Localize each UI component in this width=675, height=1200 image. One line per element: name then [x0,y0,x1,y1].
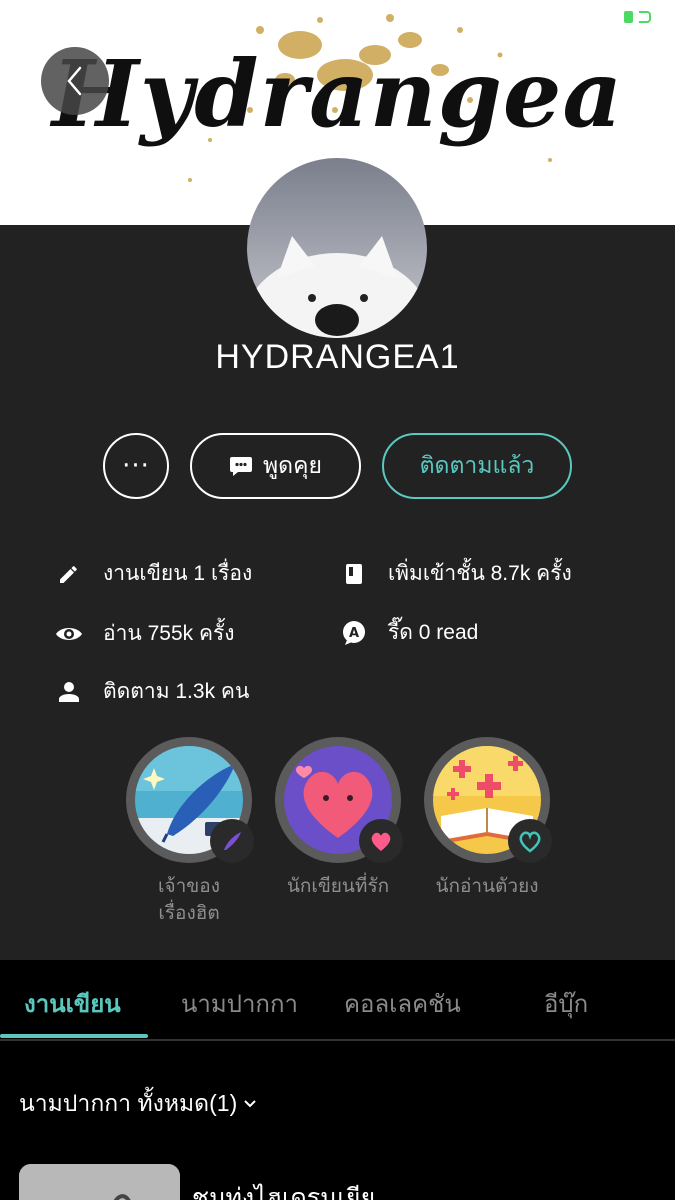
tab-ebooks[interactable]: อีบุ๊ก [544,984,588,1023]
stat-followers: ติดตาม 1.3k คน [55,675,249,708]
stat-works: งานเขียน 1 เรื่อง [55,557,252,590]
tab-works[interactable]: งานเขียน [24,984,121,1023]
chat-button[interactable]: พูดคุย [190,433,361,499]
tabs-divider [0,1039,675,1041]
badge-beloved-writer[interactable]: นักเขียนที่รัก [275,737,403,900]
pen-name-filter-label: นามปากกา ทั้งหมด(1) [19,1090,238,1116]
badge-label-line1: นักเขียนที่รัก [286,876,390,897]
content-tabs: งานเขียน นามปากกา คอลเลคชัน อีบุ๊ก [0,960,675,1040]
story-list-item[interactable]: ชุมทุ่งไฮเดรนเยีย [19,1164,659,1200]
battery-icon [624,11,651,23]
more-label: ··· [122,451,150,481]
stat-reads: อ่าน 755k ครั้ง [55,617,235,650]
stat-works-text: งานเขียน 1 เรื่อง [103,562,253,585]
badge-label-line1: นักอ่านตัวยง [435,876,539,897]
badge-mini-quill-icon [210,819,254,863]
follow-button[interactable]: ติดตามแล้ว [382,433,572,499]
story-title: ชุมทุ่งไฮเดรนเยีย [192,1184,376,1200]
scream-bubble-icon: A [340,619,368,647]
svg-text:A: A [349,626,359,641]
stat-read-count: A รี๊ด 0 read [340,616,478,649]
badge-mini-heart-outline-icon [508,819,552,863]
book-icon [340,560,368,588]
chat-label: พูดคุย [263,452,322,478]
tab-collections[interactable]: คอลเลคชัน [344,984,461,1023]
stat-shelf-adds-text: เพิ่มเข้าชั้น 8.7k ครั้ง [388,562,572,585]
person-icon [55,678,83,706]
active-tab-indicator [0,1034,148,1038]
more-button[interactable]: ··· [103,433,169,499]
chevron-left-icon [67,66,82,96]
tab-pen-names[interactable]: นามปากกา [181,984,298,1023]
back-button[interactable] [41,47,109,115]
badge-avid-reader[interactable]: นักอ่านตัวยง [424,737,552,900]
badge-label-line2: เรื่องฮิต [158,903,220,924]
pencil-icon [55,560,83,588]
chat-bubble-icon [230,457,253,476]
avatar[interactable] [247,158,427,338]
stat-followers-text: ติดตาม 1.3k คน [103,680,250,703]
stat-shelf-adds: เพิ่มเข้าชั้น 8.7k ครั้ง [340,557,572,590]
eye-icon [55,620,83,648]
profile-actions: ··· พูดคุย ติดตามแล้ว [0,433,675,499]
dog-avatar-image [247,158,427,338]
stat-reads-text: อ่าน 755k ครั้ง [103,622,235,645]
stat-read-count-text: รี๊ด 0 read [388,621,479,644]
username: HYDRANGEA1 [215,338,460,376]
badge-mini-heart-icon [359,819,403,863]
badge-label-line1: เจ้าของ [158,876,220,897]
follow-label: ติดตามแล้ว [419,452,535,478]
chevron-down-icon [244,1100,256,1108]
pen-name-filter[interactable]: นามปากกา ทั้งหมด(1) [19,1086,257,1122]
story-cover-image [19,1164,180,1200]
badge-hit-story-owner[interactable]: เจ้าของ เรื่องฮิต [126,737,254,927]
